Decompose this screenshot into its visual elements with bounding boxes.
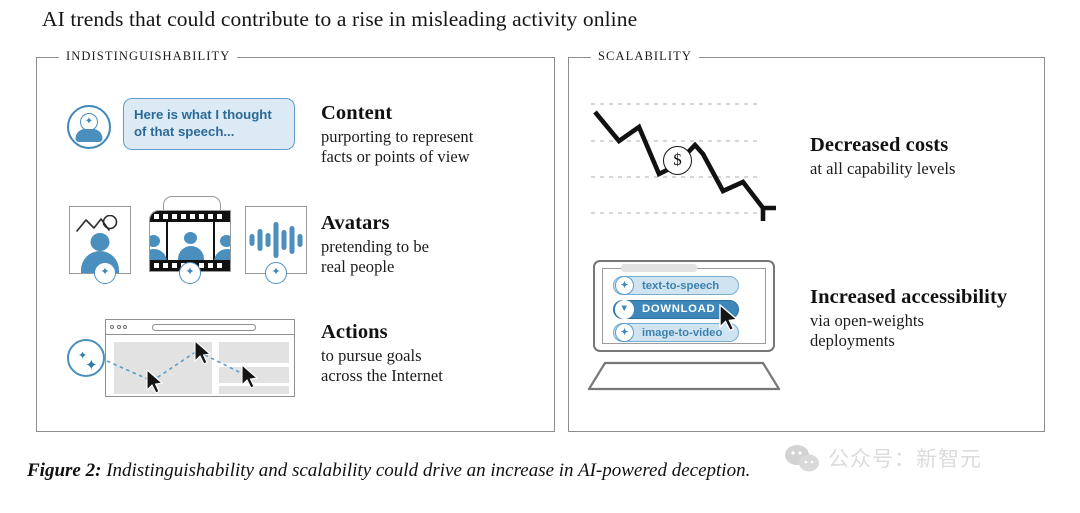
- figure-caption: Figure 2: Indistinguishability and scala…: [27, 460, 1057, 482]
- decreased-costs-heading: Decreased costs: [810, 134, 949, 156]
- laptop-trackpad: [621, 264, 697, 272]
- row-decreased-costs: $ Decreased costs at all capability leve…: [587, 98, 1035, 226]
- sparkle-icon: ✦: [265, 262, 287, 284]
- photo-person-head: [90, 233, 110, 251]
- film-perforation-top: [150, 211, 230, 222]
- panel-indistinguishability: INDISTINGUISHABILITY ✦ Here is what I th…: [36, 49, 555, 432]
- trend-arrowhead: [760, 205, 776, 221]
- figure-caption-text: Indistinguishability and scalability cou…: [106, 460, 751, 481]
- speech-bubble: Here is what I thought of that speech...: [123, 98, 295, 150]
- avatars-heading: Avatars: [321, 212, 390, 234]
- figure-caption-label: Figure 2:: [27, 460, 102, 481]
- dollar-badge: $: [663, 146, 692, 175]
- download-arrow-icon: ▼: [615, 299, 634, 319]
- increased-accessibility-text: Increased accessibility via open-weights…: [810, 286, 1015, 351]
- content-art: ✦ Here is what I thought of that speech.…: [67, 98, 307, 170]
- content-text: Content purporting to represent facts or…: [321, 102, 546, 167]
- decreased-costs-subtext: at all capability levels: [810, 158, 956, 178]
- sparkle-icon: ✦: [94, 262, 116, 284]
- decreased-costs-text: Decreased costs at all capability levels: [810, 134, 1035, 179]
- film-frames: [150, 222, 230, 265]
- laptop-base: [587, 361, 781, 391]
- actions-art: ✦ ✦: [67, 311, 307, 401]
- laptop-screen: ✦ text-to-speech ▼ DOWNLOAD ✦ image-to-v…: [602, 268, 766, 344]
- row-increased-accessibility: ✦ text-to-speech ▼ DOWNLOAD ✦ image-to-v…: [587, 258, 1015, 393]
- mouse-cursor-icon: [719, 304, 739, 332]
- avatars-subtext: pretending to be real people: [321, 236, 430, 277]
- menu-item-label: text-to-speech: [642, 279, 720, 292]
- mouse-cursor-icon: [146, 369, 164, 394]
- photo-mountain-glyph: [76, 215, 118, 232]
- sparkle-icon: ✦ ✦: [67, 339, 105, 377]
- mouse-cursor-icon: [241, 364, 259, 389]
- actions-subtext: to pursue goals across the Internet: [321, 345, 443, 386]
- figure-container: AI trends that could contribute to a ris…: [0, 0, 1080, 513]
- row-content: ✦ Here is what I thought of that speech.…: [67, 98, 546, 170]
- panel-label-indistinguishability: INDISTINGUISHABILITY: [59, 49, 238, 64]
- menu-item-label: image-to-video: [642, 326, 723, 339]
- panel-scalability: SCALABILITY $ Decreased costs at all cap…: [568, 49, 1045, 432]
- sparkle-icon: ✦: [615, 323, 634, 342]
- mouse-cursor-icon: [194, 340, 212, 365]
- laptop-lid: ✦ text-to-speech ▼ DOWNLOAD ✦ image-to-v…: [593, 260, 775, 352]
- download-button-label: DOWNLOAD: [642, 303, 716, 315]
- content-heading: Content: [321, 102, 393, 124]
- sparkle-large: ✦: [85, 358, 98, 374]
- row-actions: ✦ ✦ Actions to pursue goals across the I…: [67, 311, 546, 401]
- ai-person-shoulders: [75, 129, 103, 142]
- increased-accessibility-subtext: via open-weights deployments: [810, 310, 924, 351]
- sparkle-icon: ✦: [179, 262, 201, 284]
- figure-title: AI trends that could contribute to a ris…: [42, 7, 638, 31]
- content-subtext: purporting to represent facts or points …: [321, 126, 474, 167]
- menu-item-text-to-speech[interactable]: ✦ text-to-speech: [613, 276, 739, 295]
- laptop-download-art: ✦ text-to-speech ▼ DOWNLOAD ✦ image-to-v…: [587, 258, 792, 393]
- row-avatars: ✦ ✦ ✦ Avatars pretending to be real peop…: [67, 196, 546, 288]
- avatars-text: Avatars pretending to be real people: [321, 212, 546, 277]
- increased-accessibility-heading: Increased accessibility: [810, 286, 1008, 308]
- avatars-art: ✦ ✦ ✦: [67, 196, 307, 288]
- downward-trend-art: $: [587, 98, 792, 226]
- sparkle-icon: ✦: [615, 276, 634, 295]
- ai-person-icon: ✦: [67, 105, 111, 149]
- waveform-bars: [249, 222, 303, 258]
- panel-label-scalability: SCALABILITY: [591, 49, 700, 64]
- actions-heading: Actions: [321, 321, 388, 343]
- sparkle-icon: ✦: [84, 116, 94, 127]
- actions-text: Actions to pursue goals across the Inter…: [321, 321, 546, 386]
